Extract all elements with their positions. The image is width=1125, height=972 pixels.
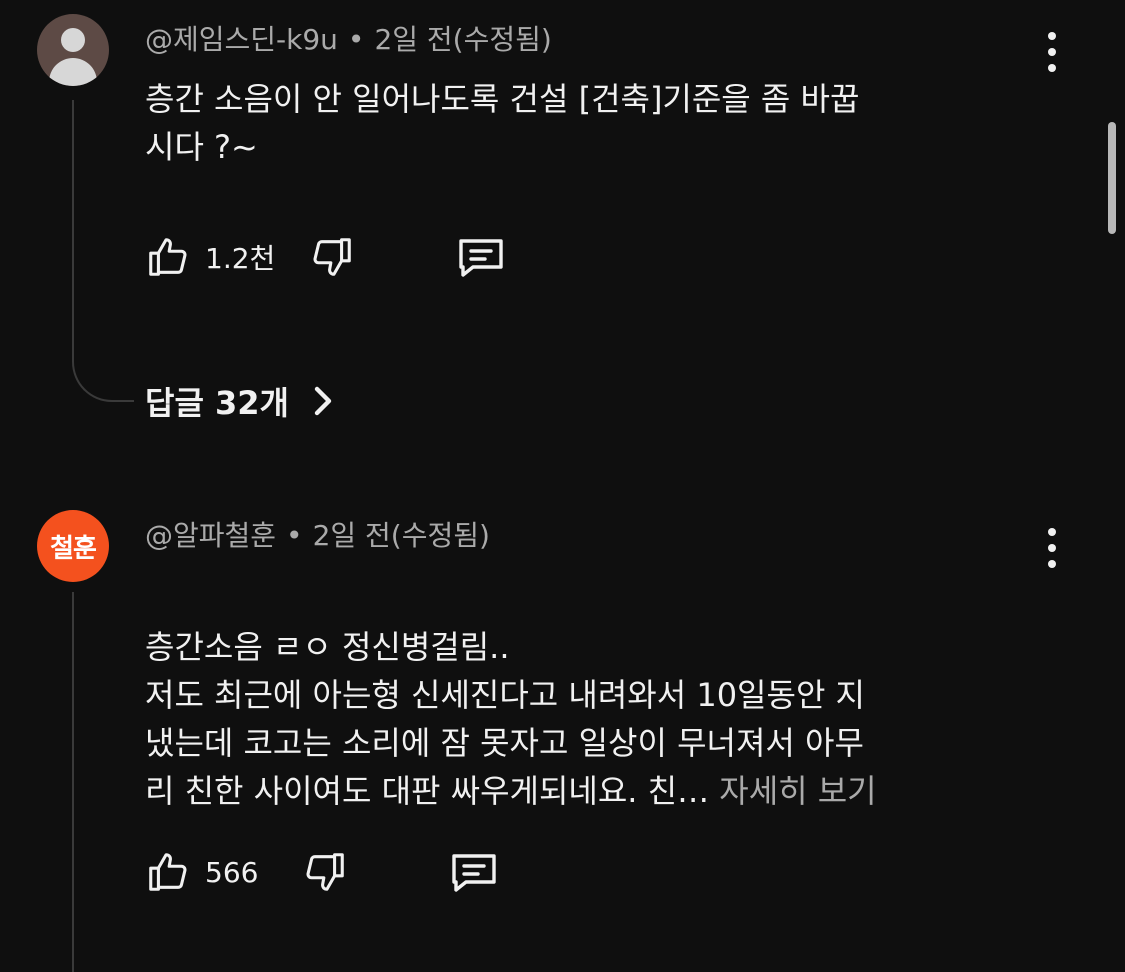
avatar-body-shape: [49, 58, 97, 86]
author-name[interactable]: @제임스딘-k9u: [145, 23, 338, 56]
more-vert-icon[interactable]: [1040, 528, 1064, 568]
view-replies-button[interactable]: 답글 32개: [145, 378, 337, 424]
like-button[interactable]: 1.2천: [145, 234, 275, 280]
comment-actions: 566: [145, 848, 500, 896]
scrollbar-thumb[interactable]: [1108, 122, 1116, 234]
dislike-button[interactable]: [309, 234, 355, 280]
comment: 철훈 @알파철훈 • 2일 전(수정됨) 층간소음 ㄹㅇ 정신병걸림.. 저도 최근…: [0, 470, 1125, 972]
reply-icon: [459, 239, 503, 277]
kebab-dot: [1048, 48, 1056, 56]
comment-meta: @알파철훈 • 2일 전(수정됨): [145, 514, 490, 554]
more-vert-icon[interactable]: [1040, 32, 1064, 72]
dislike-button[interactable]: [302, 849, 348, 895]
separator-dot: •: [286, 519, 303, 552]
avatar[interactable]: 철훈: [37, 510, 109, 582]
reply-button[interactable]: [448, 848, 500, 896]
chevron-right-icon: [314, 386, 332, 416]
dislike-icon: [313, 238, 352, 276]
read-more-link[interactable]: 자세히 보기: [709, 772, 876, 810]
comment-actions: 1.2천: [145, 233, 507, 281]
reply-icon: [452, 854, 497, 892]
timestamp[interactable]: 2일 전(수정됨): [374, 23, 551, 56]
like-icon: [149, 853, 187, 891]
comment-text: 층간 소음이 안 일어나도록 건설 [건축]기준을 좀 바꿉 시다 ?~: [145, 80, 860, 166]
reply-button[interactable]: [455, 233, 507, 281]
avatar-initials: 철훈: [50, 533, 97, 564]
like-count: 1.2천: [205, 242, 276, 275]
thread-curve: [72, 360, 134, 402]
dislike-icon: [306, 853, 345, 891]
like-icon: [149, 238, 187, 276]
thread-line: [72, 100, 74, 362]
kebab-dot: [1048, 560, 1056, 568]
avatar[interactable]: [37, 14, 109, 86]
separator-dot: •: [347, 23, 365, 56]
like-button[interactable]: 566: [145, 849, 258, 895]
kebab-dot: [1048, 544, 1056, 552]
author-name[interactable]: @알파철훈: [145, 519, 276, 552]
comment-text: 층간소음 ㄹㅇ 정신병걸림.. 저도 최근에 아는형 신세진다고 내려와서 10…: [145, 575, 1045, 815]
kebab-dot: [1048, 528, 1056, 536]
like-count: 566: [205, 855, 259, 889]
comment-meta: @제임스딘-k9u • 2일 전(수정됨): [145, 18, 552, 58]
avatar-head-shape: [61, 28, 85, 52]
timestamp[interactable]: 2일 전(수정됨): [313, 519, 490, 552]
kebab-dot: [1048, 64, 1056, 72]
replies-count: 답글 32개: [145, 384, 289, 422]
kebab-dot: [1048, 32, 1056, 40]
comment: @제임스딘-k9u • 2일 전(수정됨) 층간 소음이 안 일어나도록 건설 [건…: [0, 0, 1125, 440]
thread-line: [72, 592, 74, 972]
